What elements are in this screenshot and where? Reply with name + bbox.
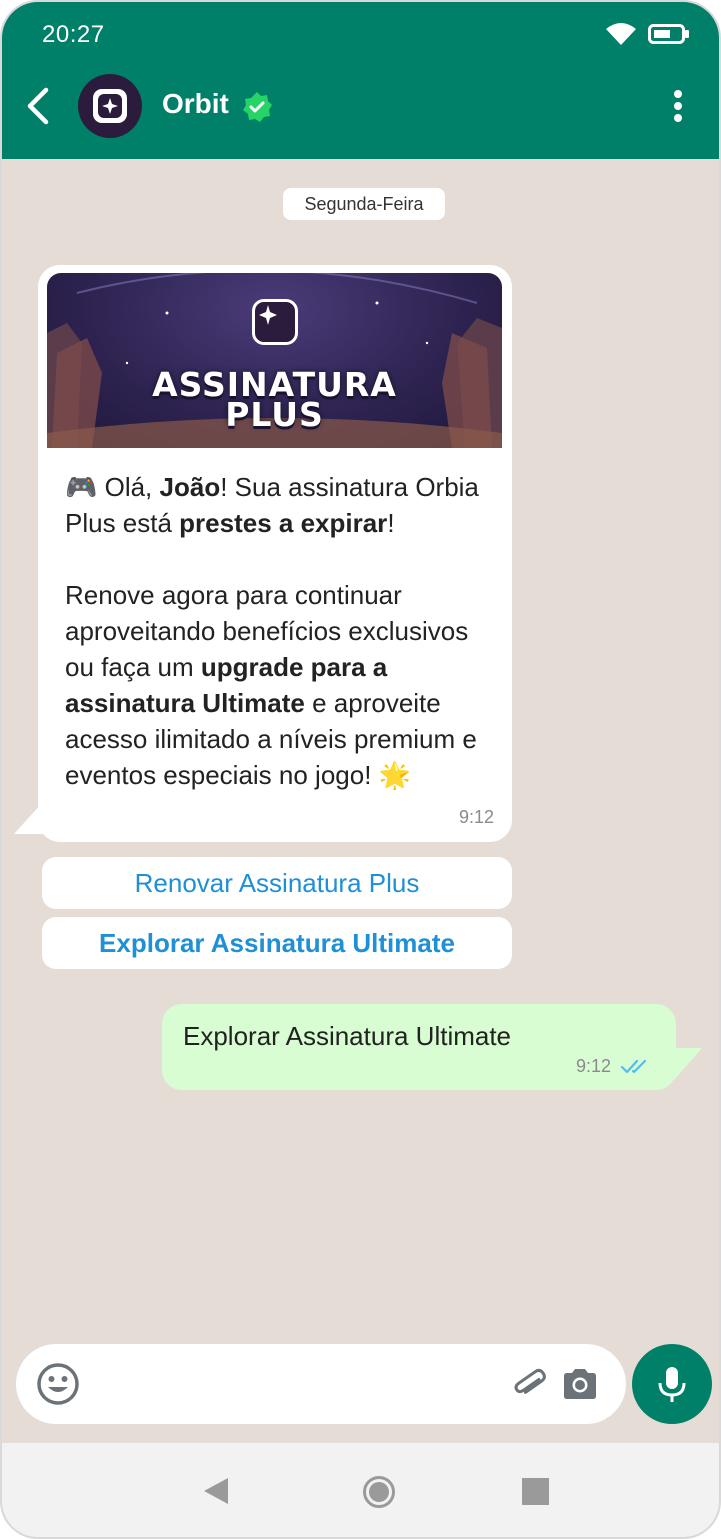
bold-name: João [159,472,221,502]
outgoing-bubble-tail [674,1048,702,1080]
message-input[interactable] [16,1344,626,1424]
message-paragraph-2: Renove agora para continuar aproveitando… [65,577,495,793]
verified-icon [243,92,272,122]
banner-logo-icon [252,299,298,345]
mic-button[interactable] [632,1344,712,1424]
emoji-icon[interactable] [36,1362,80,1406]
status-time: 20:27 [42,21,105,48]
nav-back-icon[interactable] [202,1476,230,1506]
incoming-message[interactable]: ASSINATURA PLUS 🎮 Olá, João! Sua assinat… [38,265,512,842]
date-chip: Segunda-Feira [283,188,445,220]
paperclip-icon[interactable] [510,1364,550,1404]
avatar[interactable] [78,74,142,138]
back-button[interactable] [20,82,60,130]
outgoing-message-text: Explorar Assinatura Ultimate [183,1021,512,1051]
promo-banner-image: ASSINATURA PLUS [47,273,502,448]
message-paragraph-1: 🎮 Olá, João! Sua assinatura Orbia Plus e… [65,469,495,541]
chat-header: 20:27 Orbit [2,2,719,159]
wifi-icon [606,23,636,45]
system-nav-bar [2,1443,719,1537]
incoming-message-time: 9:12 [458,807,494,827]
mic-icon [658,1367,686,1402]
star-emoji: 🌟 [378,760,412,790]
double-check-icon [620,1059,647,1074]
text-segment: Olá, [97,472,160,502]
camera-icon[interactable] [560,1366,600,1402]
phone-screen: 20:27 Orbit Segunda-Feira ASSINATURA PLU… [0,0,721,1539]
text-segment: ! [387,508,395,538]
nav-recents-icon[interactable] [522,1478,549,1505]
incoming-message-text: 🎮 Olá, João! Sua assinatura Orbia Plus e… [65,469,495,793]
renew-plus-button[interactable]: Renovar Assinatura Plus [42,857,512,909]
outgoing-message[interactable]: Explorar Assinatura Ultimate 9:12 [162,1004,676,1090]
more-vert-icon[interactable] [662,86,694,126]
gamepad-emoji: 🎮 [65,472,98,502]
contact-name[interactable]: Orbit [162,88,229,120]
explore-ultimate-button[interactable]: Explorar Assinatura Ultimate [42,917,512,969]
orbit-logo-icon [93,89,127,123]
outgoing-message-time: 9:12 [576,1056,612,1076]
nav-home-icon[interactable] [362,1475,396,1509]
bold-expiry: prestes a expirar [179,508,388,538]
battery-icon [648,24,689,44]
banner-title-line2: PLUS [225,395,324,434]
